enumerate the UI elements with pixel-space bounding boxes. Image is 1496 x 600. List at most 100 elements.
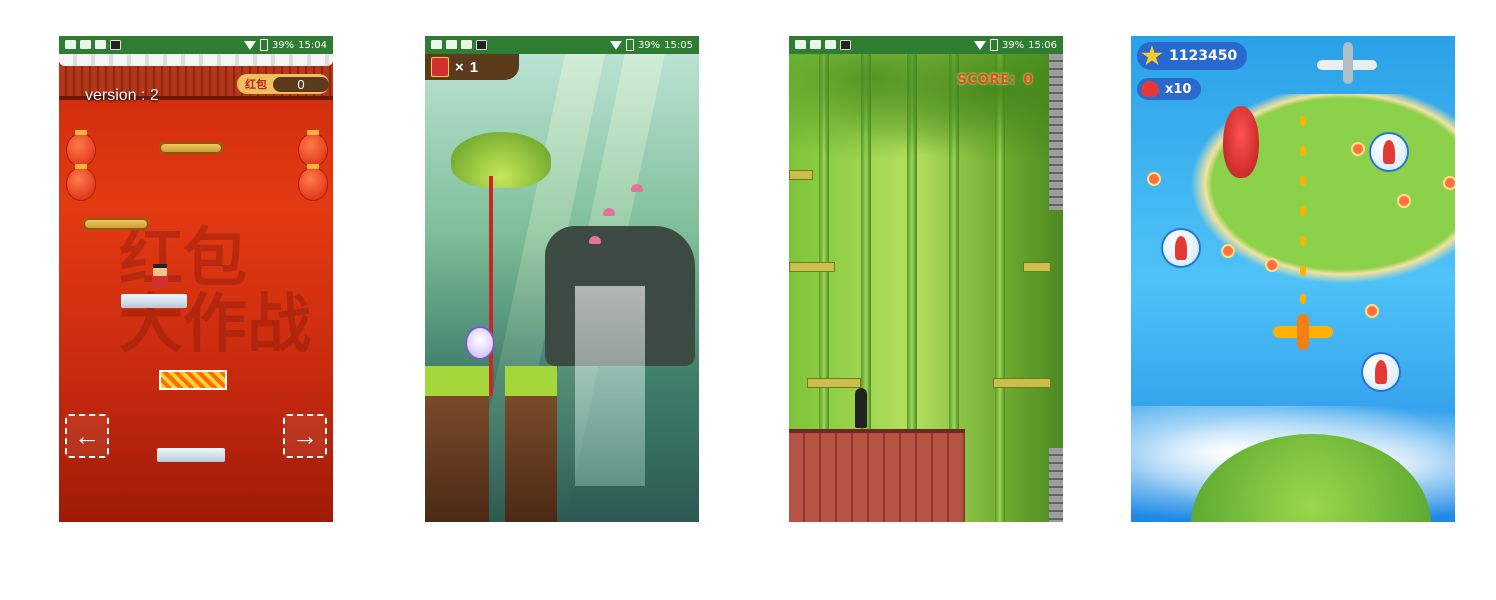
- ledge: [993, 378, 1051, 388]
- statusbar-icons: [425, 40, 487, 50]
- platform: [159, 142, 223, 154]
- ground-block: [425, 366, 489, 522]
- enemy-orb: [1399, 196, 1409, 206]
- leaf-stem: [489, 176, 493, 396]
- coin-count: 1123450: [1169, 48, 1238, 64]
- bullet: [1300, 206, 1306, 216]
- statusbar-icons: [59, 40, 121, 50]
- enemy-orb: [1353, 144, 1363, 154]
- status-bar: 39% 15:05: [425, 36, 699, 54]
- red-enemy-ship: [1223, 106, 1259, 178]
- battery-percent: 39%: [271, 39, 295, 51]
- enemy-orb: [1149, 174, 1159, 184]
- hongbao-label: 红包: [245, 79, 267, 91]
- enemy-bubble: [1371, 134, 1407, 170]
- coin-counter: 1123450: [1137, 42, 1248, 70]
- battery-icon: [625, 39, 634, 51]
- screen-plane-shooter: 1123450 x10: [1131, 36, 1455, 522]
- wifi-icon: [973, 40, 986, 50]
- notification-icon: [431, 40, 442, 49]
- heart-icon: [1141, 81, 1159, 97]
- spike-platform: [157, 448, 225, 462]
- notification-icon: [65, 40, 76, 49]
- giant-leaf: [451, 132, 551, 188]
- bullet: [1300, 266, 1306, 276]
- lantern-icon: [299, 130, 327, 166]
- island: [1175, 94, 1455, 294]
- player-character: [151, 264, 169, 290]
- multiplier-sign: ×: [455, 58, 464, 76]
- app-icon: [95, 40, 106, 49]
- bullet: [1300, 236, 1306, 246]
- score-display: SCORE: 0: [957, 72, 1033, 88]
- player-plane[interactable]: [1273, 314, 1333, 350]
- lives-counter: x10: [1137, 78, 1202, 100]
- envelope-count: 1: [469, 58, 479, 76]
- ledge: [789, 170, 813, 180]
- status-bar: 39% 15:06: [789, 36, 1063, 54]
- mushroom: [589, 236, 601, 244]
- ninja-character: [855, 388, 867, 428]
- ledge: [1023, 262, 1051, 272]
- screen-bamboo-game: 39% 15:06 SCORE: 0: [789, 36, 1063, 522]
- battery-icon: [989, 39, 998, 51]
- enemy-orb: [1367, 306, 1377, 316]
- app-l-icon: [110, 40, 121, 50]
- wifi-icon: [609, 40, 622, 50]
- app-icon: [461, 40, 472, 49]
- image-icon: [80, 40, 91, 49]
- wifi-icon: [243, 40, 256, 50]
- ground-block: [505, 366, 557, 522]
- player-character: [467, 328, 493, 358]
- enemy-bubble: [1163, 230, 1199, 266]
- hongbao-counter: 红包 0: [237, 74, 329, 94]
- bullet: [1300, 146, 1306, 156]
- enemy-bubble: [1363, 354, 1399, 390]
- lantern-icon: [67, 164, 95, 200]
- waterfall: [575, 286, 645, 486]
- clock: 15:05: [664, 39, 693, 51]
- screen-jungle-game: 39% 15:05 × 1: [425, 36, 699, 522]
- bullet: [1300, 176, 1306, 186]
- spring-platform: [159, 370, 227, 390]
- app-l-icon: [840, 40, 851, 50]
- score-value: 0: [1023, 72, 1033, 88]
- red-envelope-icon: [431, 57, 449, 77]
- left-arrow-icon: ←: [74, 420, 100, 451]
- notification-icon: [795, 40, 806, 49]
- bullet: [1300, 294, 1306, 304]
- statusbar-icons: [789, 40, 851, 50]
- score-label: SCORE:: [957, 72, 1016, 88]
- mushroom: [631, 184, 643, 192]
- clock: 15:04: [298, 39, 327, 51]
- stone-wall: [1049, 448, 1063, 522]
- move-right-button[interactable]: →: [283, 414, 327, 458]
- snow-cap: [59, 54, 333, 66]
- screen-red-envelope-game: 39% 15:04 version : 2 红包 0 红包 大作战 ← →: [59, 36, 333, 522]
- enemy-orb: [1267, 260, 1277, 270]
- stone-wall: [1049, 54, 1063, 210]
- game-logo-watermark: 红包 大作战: [119, 222, 311, 362]
- lantern-icon: [299, 164, 327, 200]
- lantern-icon: [67, 130, 95, 166]
- app-icon: [825, 40, 836, 49]
- star-icon: [1141, 45, 1163, 66]
- image-icon: [446, 40, 457, 49]
- battery-percent: 39%: [637, 39, 661, 51]
- enemy-plane: [1317, 42, 1377, 84]
- version-label: version : 2: [85, 87, 159, 104]
- move-left-button[interactable]: ←: [65, 414, 109, 458]
- ledge: [807, 378, 861, 388]
- battery-icon: [259, 39, 268, 51]
- battery-percent: 39%: [1001, 39, 1025, 51]
- hongbao-count: 0: [273, 76, 329, 92]
- platform: [83, 218, 149, 230]
- right-arrow-icon: →: [292, 420, 318, 451]
- clock: 15:06: [1028, 39, 1057, 51]
- red-envelope-counter: × 1: [425, 54, 519, 80]
- roof-tiles: [789, 429, 965, 522]
- app-l-icon: [476, 40, 487, 50]
- image-icon: [810, 40, 821, 49]
- enemy-orb: [1223, 246, 1233, 256]
- bullet: [1300, 116, 1306, 126]
